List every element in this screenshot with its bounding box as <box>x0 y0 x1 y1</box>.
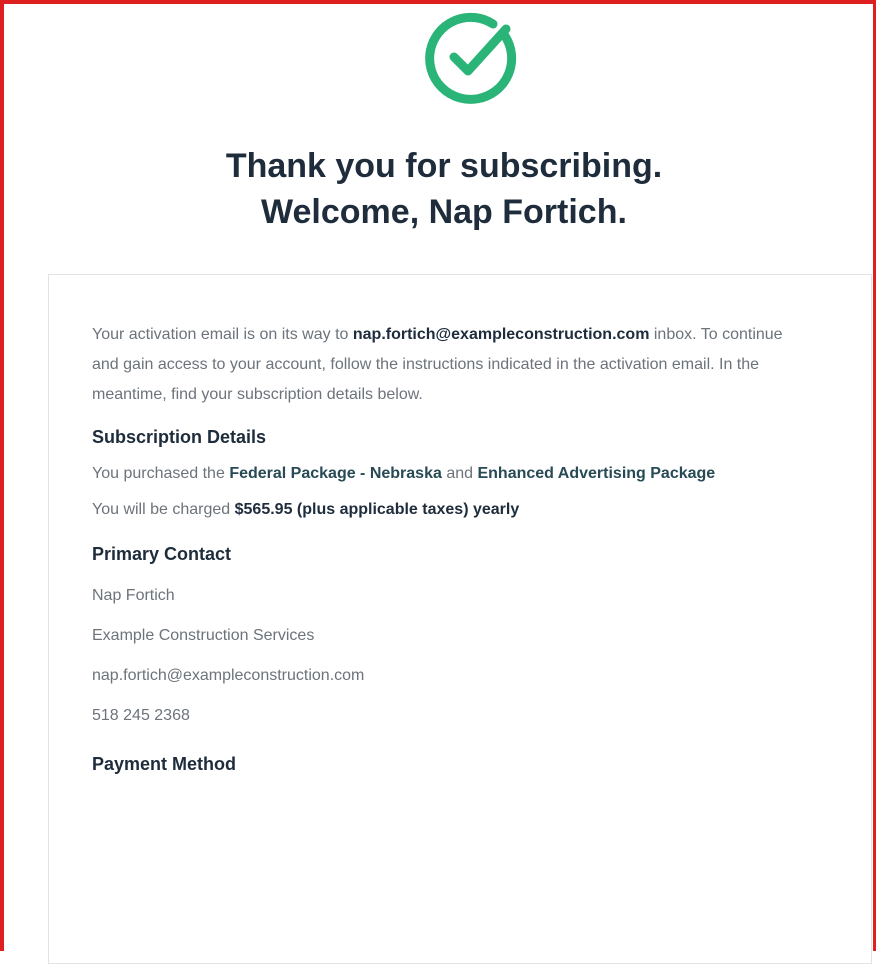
contact-company: Example Construction Services <box>92 627 315 644</box>
title-line-1: Thank you for subscribing. <box>225 147 663 185</box>
purchase-and: and <box>446 465 474 482</box>
purchase-summary: You purchased the Federal Package - Nebr… <box>92 460 812 488</box>
package-advertising: Enhanced Advertising Package <box>477 465 716 482</box>
primary-contact-heading: Primary Contact <box>92 544 232 564</box>
check-circle-icon <box>417 6 523 112</box>
contact-phone: 518 245 2368 <box>92 707 190 724</box>
activation-email: nap.fortich@exampleconstruction.com <box>352 326 650 343</box>
charge-prefix: You will be charged <box>92 501 231 518</box>
subscription-details-heading: Subscription Details <box>92 427 267 447</box>
page-title: Thank you for subscribing. Welcome, Nap … <box>60 143 828 235</box>
activation-prefix: Your activation email is on its way to <box>92 326 349 343</box>
charge-summary: You will be charged $565.95 (plus applic… <box>92 496 812 524</box>
charge-amount: $565.95 (plus applicable taxes) yearly <box>234 501 520 518</box>
package-federal: Federal Package - Nebraska <box>229 465 442 482</box>
purchase-prefix: You purchased the <box>92 465 225 482</box>
payment-method-heading: Payment Method <box>92 754 237 774</box>
title-line-2: Welcome, Nap Fortich. <box>261 193 627 231</box>
card-content: Your activation email is on its way to n… <box>92 320 812 775</box>
contact-name: Nap Fortich <box>92 587 175 604</box>
activation-message: Your activation email is on its way to n… <box>92 320 812 410</box>
contact-email: nap.fortich@exampleconstruction.com <box>92 667 365 684</box>
